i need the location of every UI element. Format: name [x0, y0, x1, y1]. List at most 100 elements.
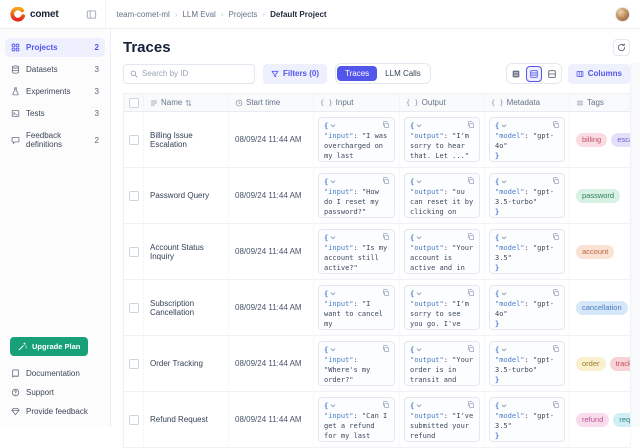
- sidebar-item-projects[interactable]: Projects 2: [5, 38, 105, 57]
- trace-name[interactable]: Account Status Inquiry: [144, 224, 229, 279]
- sort-icon[interactable]: [185, 99, 192, 107]
- json-preview-output[interactable]: { "output": "ou can reset it by clicking…: [404, 173, 480, 218]
- json-preview-input[interactable]: { "input": "Can I get a refund for my la…: [318, 397, 395, 442]
- copy-icon[interactable]: [467, 121, 475, 129]
- row-checkbox[interactable]: [129, 415, 139, 425]
- tag-order[interactable]: order: [576, 357, 606, 371]
- column-header-metadata[interactable]: { } Metadata: [485, 94, 570, 111]
- chevron-down-icon[interactable]: [416, 123, 422, 129]
- upgrade-plan-button[interactable]: Upgrade Plan: [10, 337, 88, 356]
- tag-track[interactable]: track: [610, 357, 631, 371]
- sidebar-item-tests[interactable]: Tests 3: [5, 104, 105, 123]
- chevron-down-icon[interactable]: [416, 235, 422, 241]
- sidebar-item-experiments[interactable]: Experiments 3: [5, 82, 105, 101]
- copy-icon[interactable]: [382, 177, 390, 185]
- json-preview-input[interactable]: { "input": "Is my account still active?"…: [318, 229, 395, 274]
- json-preview-output[interactable]: { "output": "Your order is in transit an…: [404, 341, 480, 386]
- json-preview-metadata[interactable]: { "model": "gpt-3.5" }: [489, 397, 565, 442]
- copy-icon[interactable]: [552, 121, 560, 129]
- column-header-tags[interactable]: Tags: [570, 94, 631, 111]
- tab-llm-calls[interactable]: LLM Calls: [377, 66, 429, 81]
- chevron-down-icon[interactable]: [501, 291, 507, 297]
- column-header-input[interactable]: { } Input: [314, 94, 400, 111]
- chevron-down-icon[interactable]: [416, 403, 422, 409]
- json-preview-metadata[interactable]: { "model": "gpt-3.5-turbo" }: [489, 173, 565, 218]
- row-checkbox[interactable]: [129, 359, 139, 369]
- user-avatar[interactable]: [615, 7, 630, 22]
- copy-icon[interactable]: [467, 177, 475, 185]
- chevron-down-icon[interactable]: [330, 291, 336, 297]
- chevron-down-icon[interactable]: [501, 123, 507, 129]
- json-preview-metadata[interactable]: { "model": "gpt-3.5-turbo" }: [489, 341, 565, 386]
- columns-button[interactable]: Columns: [568, 64, 630, 84]
- json-preview-input[interactable]: { "input": "How do I reset my password?"…: [318, 173, 395, 218]
- copy-icon[interactable]: [467, 345, 475, 353]
- copy-icon[interactable]: [552, 177, 560, 185]
- breadcrumb-app[interactable]: LLM Eval: [182, 10, 215, 19]
- copy-icon[interactable]: [552, 289, 560, 297]
- chevron-down-icon[interactable]: [501, 403, 507, 409]
- copy-icon[interactable]: [382, 233, 390, 241]
- tag-account[interactable]: account: [576, 245, 614, 259]
- json-preview-output[interactable]: { "output": "I'm sorry to see you go. I'…: [404, 285, 480, 330]
- trace-name[interactable]: Subscription Cancellation: [144, 280, 229, 335]
- json-preview-output[interactable]: { "output": "Your account is active and …: [404, 229, 480, 274]
- sidebar-item-feedback-definitions[interactable]: Feedback definitions 2: [5, 126, 105, 154]
- density-comfortable-icon[interactable]: [544, 66, 560, 82]
- column-header-name[interactable]: Name: [144, 94, 229, 111]
- row-checkbox[interactable]: [129, 303, 139, 313]
- copy-icon[interactable]: [382, 345, 390, 353]
- row-checkbox[interactable]: [129, 191, 139, 201]
- trace-name[interactable]: Billing Issue Escalation: [144, 112, 229, 167]
- chevron-down-icon[interactable]: [330, 235, 336, 241]
- row-checkbox[interactable]: [129, 247, 139, 257]
- copy-icon[interactable]: [467, 233, 475, 241]
- sidebar-item-documentation[interactable]: Documentation: [5, 364, 105, 383]
- json-preview-input[interactable]: { "input": "I want to cancel my subscrip…: [318, 285, 395, 330]
- json-preview-output[interactable]: { "output": "I've submitted your refund …: [404, 397, 480, 442]
- json-preview-metadata[interactable]: { "model": "gpt-3.5" }: [489, 229, 565, 274]
- chevron-down-icon[interactable]: [416, 291, 422, 297]
- copy-icon[interactable]: [382, 401, 390, 409]
- copy-icon[interactable]: [382, 121, 390, 129]
- search-input[interactable]: [142, 69, 248, 78]
- tag-esca[interactable]: esca: [611, 133, 631, 147]
- sidebar-item-provide-feedback[interactable]: Provide feedback: [5, 402, 105, 421]
- comet-logo[interactable]: comet: [10, 7, 58, 22]
- tag-requ[interactable]: requ: [613, 413, 631, 427]
- select-all-checkbox[interactable]: [129, 98, 139, 108]
- json-preview-output[interactable]: { "output": "I'm sorry to hear that. Let…: [404, 117, 480, 162]
- tag-cancellation[interactable]: cancellation: [576, 301, 628, 315]
- tag-refund[interactable]: refund: [576, 413, 609, 427]
- chevron-down-icon[interactable]: [501, 347, 507, 353]
- copy-icon[interactable]: [467, 401, 475, 409]
- copy-icon[interactable]: [467, 289, 475, 297]
- json-preview-metadata[interactable]: { "model": "gpt-4o" }: [489, 117, 565, 162]
- tag-password[interactable]: password: [576, 189, 620, 203]
- json-preview-input[interactable]: { "input": "Where's my order?" }: [318, 341, 395, 386]
- chevron-down-icon[interactable]: [416, 347, 422, 353]
- column-header-output[interactable]: { } Output: [400, 94, 485, 111]
- row-checkbox[interactable]: [129, 135, 139, 145]
- trace-name[interactable]: Order Tracking: [144, 336, 229, 391]
- chevron-down-icon[interactable]: [501, 235, 507, 241]
- search-box[interactable]: [123, 64, 255, 84]
- chevron-down-icon[interactable]: [330, 347, 336, 353]
- json-preview-input[interactable]: { "input": "I was overcharged on my last…: [318, 117, 395, 162]
- copy-icon[interactable]: [552, 345, 560, 353]
- sidebar-item-datasets[interactable]: Datasets 3: [5, 60, 105, 79]
- chevron-down-icon[interactable]: [330, 403, 336, 409]
- copy-icon[interactable]: [552, 233, 560, 241]
- tag-billing[interactable]: billing: [576, 133, 607, 147]
- copy-icon[interactable]: [382, 289, 390, 297]
- trace-name[interactable]: Password Query: [144, 168, 229, 223]
- json-preview-metadata[interactable]: { "model": "gpt-4o" }: [489, 285, 565, 330]
- copy-icon[interactable]: [552, 401, 560, 409]
- trace-name[interactable]: Refund Request: [144, 392, 229, 447]
- chevron-down-icon[interactable]: [501, 179, 507, 185]
- density-compact-icon[interactable]: [508, 66, 524, 82]
- filters-button[interactable]: Filters (0): [263, 64, 327, 84]
- breadcrumb-workspace[interactable]: team-comet-ml: [116, 10, 169, 19]
- sidebar-item-support[interactable]: Support: [5, 383, 105, 402]
- density-default-icon[interactable]: [526, 66, 542, 82]
